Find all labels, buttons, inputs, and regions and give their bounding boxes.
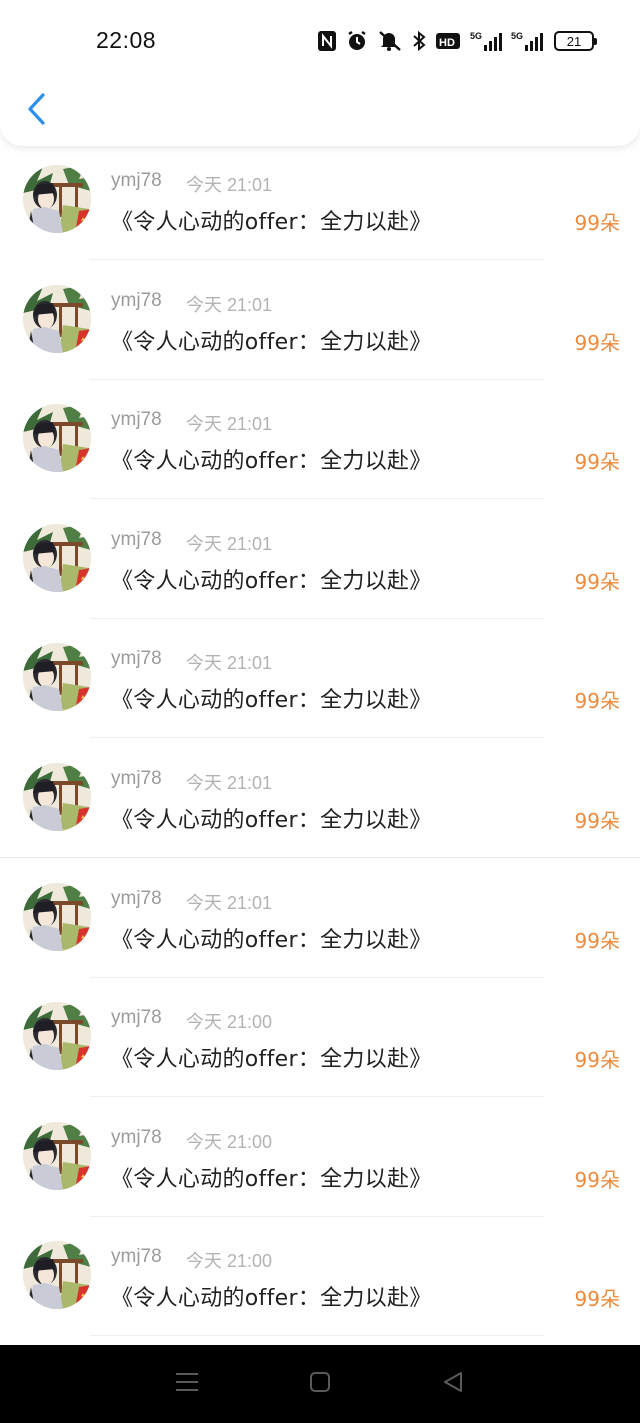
avatar[interactable] — [23, 1002, 91, 1071]
show-title: 《令人心动的offer：全力以赴》 — [111, 808, 432, 833]
row-divider — [90, 498, 544, 500]
chevron-left-icon — [25, 92, 47, 131]
user-name: ymj78 — [111, 289, 162, 311]
gift-row[interactable]: ymj78 今天 21:01 《令人心动的offer：全力以赴》 99朵 — [0, 385, 640, 505]
gift-row[interactable]: ymj78 今天 21:00 《令人心动的offer：全力以赴》 99朵 — [0, 983, 640, 1103]
avatar[interactable] — [23, 882, 91, 951]
user-name: ymj78 — [111, 409, 162, 431]
home-icon — [308, 1370, 332, 1399]
gift-time: 今天 21:01 — [186, 653, 273, 674]
gift-row[interactable]: ymj78 今天 21:01 《令人心动的offer：全力以赴》 99朵 — [0, 624, 640, 744]
bluetooth-icon — [412, 30, 426, 52]
flower-count: 99朵 — [574, 809, 620, 833]
show-title: 《令人心动的offer：全力以赴》 — [111, 568, 432, 594]
flower-count: 99朵 — [574, 1167, 620, 1192]
gift-time: 今天 21:01 — [186, 414, 273, 435]
flower-count: 99朵 — [574, 1048, 620, 1073]
back-nav-button[interactable] — [433, 1364, 473, 1404]
menu-icon — [174, 1371, 200, 1398]
show-title: 《令人心动的offer：全力以赴》 — [111, 1047, 432, 1073]
show-title: 《令人心动的offer：全力以赴》 — [111, 1166, 432, 1192]
show-title: 《令人心动的offer：全力以赴》 — [111, 449, 432, 475]
show-title: 《令人心动的offer：全力以赴》 — [111, 1286, 432, 1312]
avatar[interactable] — [23, 165, 91, 233]
gift-time: 今天 21:01 — [186, 294, 273, 315]
home-button[interactable] — [300, 1364, 340, 1404]
back-button[interactable] — [18, 90, 54, 132]
gift-row[interactable]: ymj78 今天 21:01 《令人心动的offer：全力以赴》 99朵 — [0, 744, 640, 864]
5g-signal-icon: 5G — [470, 30, 502, 52]
avatar[interactable] — [23, 284, 91, 353]
gift-time: 今天 21:01 — [186, 533, 273, 554]
gift-time: 今天 21:00 — [186, 1251, 273, 1272]
status-time: 22:08 — [96, 27, 157, 53]
5g-signal-icon: 5G — [511, 30, 543, 52]
avatar[interactable] — [23, 1121, 91, 1190]
user-name: ymj78 — [111, 1007, 162, 1029]
battery-icon: 21 — [554, 31, 597, 51]
top-header: 22:08 HD 5G 5G 21 — [0, 0, 640, 146]
gift-row[interactable]: ymj78 今天 21:01 《令人心动的offer：全力以赴》 99朵 — [0, 505, 640, 625]
row-divider — [90, 737, 544, 739]
gift-time: 今天 21:01 — [186, 773, 273, 793]
flower-count: 99朵 — [574, 211, 620, 235]
svg-text:5G: 5G — [511, 31, 523, 41]
back-triangle-icon — [441, 1370, 465, 1399]
status-icons: HD 5G 5G 21 — [317, 28, 597, 54]
row-divider — [90, 617, 544, 619]
gift-row[interactable]: ymj78 今天 21:01 《令人心动的offer：全力以赴》 99朵 — [0, 146, 640, 266]
gift-row[interactable]: ymj78 今天 21:00 《令人心动的offer：全力以赴》 99朵 — [0, 1222, 640, 1342]
gift-row[interactable]: ymj78 今天 21:00 《令人心动的offer：全力以赴》 99朵 — [0, 1103, 640, 1223]
gift-time: 今天 21:00 — [186, 1012, 273, 1033]
row-divider — [90, 1096, 544, 1098]
gift-time: 今天 21:01 — [186, 892, 273, 913]
gift-row[interactable]: ymj78 今天 21:01 《令人心动的offer：全力以赴》 99朵 — [0, 266, 640, 386]
avatar[interactable] — [23, 763, 91, 831]
flower-count: 99朵 — [574, 928, 620, 953]
flower-count: 99朵 — [574, 1287, 620, 1312]
system-nav-bar — [0, 1345, 640, 1423]
user-name: ymj78 — [111, 648, 162, 670]
row-divider — [90, 259, 544, 260]
user-name: ymj78 — [111, 528, 162, 550]
flower-count: 99朵 — [574, 689, 620, 714]
svg-text:HD: HD — [439, 37, 455, 49]
show-title: 《令人心动的offer：全力以赴》 — [111, 210, 432, 235]
user-name: ymj78 — [111, 887, 162, 909]
row-divider — [90, 976, 544, 978]
avatar[interactable] — [23, 1241, 91, 1310]
alarm-icon — [346, 30, 368, 52]
row-divider — [90, 378, 544, 380]
user-name: ymj78 — [111, 1246, 162, 1268]
show-title: 《令人心动的offer：全力以赴》 — [111, 688, 432, 714]
avatar[interactable] — [23, 404, 91, 473]
gift-row[interactable]: ymj78 今天 21:01 《令人心动的offer：全力以赴》 99朵 — [0, 864, 640, 984]
show-title: 《令人心动的offer：全力以赴》 — [111, 329, 432, 355]
user-name: ymj78 — [111, 170, 162, 191]
gift-time: 今天 21:01 — [186, 175, 273, 195]
mute-icon — [377, 30, 403, 52]
menu-button[interactable] — [167, 1364, 207, 1404]
flower-count: 99朵 — [574, 330, 620, 355]
avatar[interactable] — [23, 643, 91, 712]
row-divider — [90, 1335, 544, 1337]
show-title: 《令人心动的offer：全力以赴》 — [111, 927, 432, 953]
avatar[interactable] — [23, 523, 91, 592]
flower-count: 99朵 — [574, 450, 620, 475]
row-divider — [0, 857, 640, 858]
user-name: ymj78 — [111, 768, 162, 789]
row-divider — [90, 1215, 544, 1217]
svg-text:5G: 5G — [470, 31, 482, 41]
nfc-icon — [317, 30, 337, 52]
gift-time: 今天 21:00 — [186, 1131, 273, 1152]
flower-count: 99朵 — [574, 569, 620, 594]
battery-level: 21 — [566, 33, 582, 49]
hd-icon: HD — [435, 31, 461, 51]
status-bar: 22:08 HD 5G 5G 21 — [0, 0, 640, 82]
user-name: ymj78 — [111, 1126, 162, 1148]
